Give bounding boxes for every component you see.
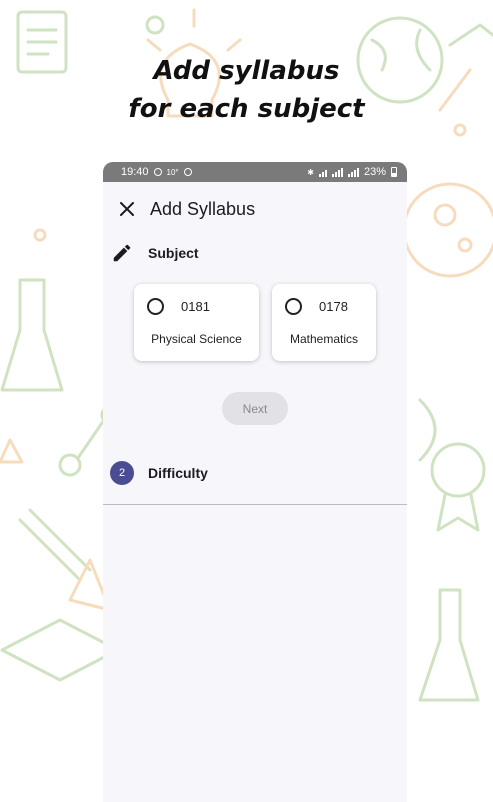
flask-doodle-2 [418, 588, 480, 702]
subject-code: 0178 [319, 299, 348, 314]
page-title: Add Syllabus [150, 198, 256, 219]
petri-dish-doodle [402, 182, 493, 278]
bluetooth-icon: ✱ [307, 167, 314, 177]
signal-icon [331, 167, 343, 177]
battery-percent: 23% [363, 166, 386, 178]
headline-line-2: for each subject [128, 94, 365, 124]
subject-card-physical-science[interactable]: 0181 Physical Science [134, 284, 259, 361]
step-difficulty-label: Difficulty [148, 465, 208, 481]
close-icon [120, 202, 134, 216]
headline-line-1: Add syllabus [153, 56, 340, 86]
radio-button[interactable] [147, 298, 164, 315]
flask-doodle [0, 278, 64, 392]
promo-headline: Add syllabus for each subject [0, 52, 493, 128]
radio-button[interactable] [285, 298, 302, 315]
subject-name: Mathematics [289, 332, 359, 346]
subject-name: Physical Science [151, 332, 242, 346]
wifi-icon [318, 168, 327, 177]
phone-screen: 19:40 10° ✱ 23% Add Syllabus Subject 018… [103, 162, 407, 802]
pencil-doodle [18, 508, 92, 582]
subject-card-mathematics[interactable]: 0178 Mathematics [272, 284, 376, 361]
battery-icon [391, 167, 397, 177]
status-bar: 19:40 10° ✱ 23% [103, 162, 407, 182]
app-bar: Add Syllabus [103, 182, 407, 236]
status-temp: 10° [166, 167, 179, 177]
badge-doodle [430, 442, 486, 498]
subject-code: 0181 [181, 299, 210, 314]
step-difficulty[interactable]: 2 Difficulty [103, 458, 407, 488]
messenger-icon [153, 168, 162, 176]
signal-icon-2 [347, 167, 359, 177]
step-number-badge: 2 [110, 461, 134, 485]
step-subject-label: Subject [148, 245, 199, 261]
pencil-icon [110, 241, 134, 265]
step-subject[interactable]: Subject [103, 238, 407, 268]
divider [103, 504, 407, 505]
weather-icon [183, 168, 192, 176]
graduation-cap-doodle [0, 618, 120, 682]
status-time: 19:40 [121, 166, 149, 178]
close-button[interactable] [107, 189, 147, 229]
next-button[interactable]: Next [222, 392, 288, 425]
